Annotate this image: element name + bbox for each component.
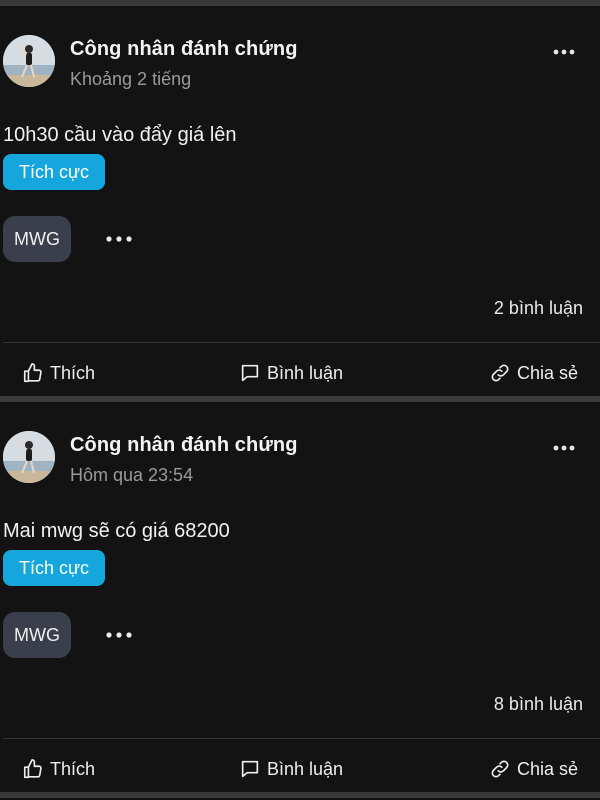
ticker-chip[interactable]: MWG (3, 612, 71, 658)
comment-label: Bình luận (267, 362, 344, 383)
thumbs-up-icon (23, 363, 42, 383)
post-content: 10h30 cầu vào đẩy giá lên (3, 124, 237, 146)
avatar[interactable] (3, 35, 55, 87)
comment-count[interactable]: 8 bình luận (494, 694, 583, 715)
post-card: Công nhân đánh chứng Hôm qua 23:54 Mai m… (0, 402, 600, 792)
post-content: Mai mwg sẽ có giá 68200 (3, 520, 230, 542)
link-icon (491, 760, 509, 778)
ticker-chip[interactable]: MWG (3, 216, 71, 262)
sentiment-badge[interactable]: Tích cực (3, 154, 106, 190)
comment-button[interactable]: Bình luận (239, 362, 343, 384)
link-icon (491, 364, 509, 382)
bottom-divider (0, 792, 600, 798)
like-button[interactable]: Thích (22, 362, 95, 384)
more-options-button[interactable] (550, 40, 578, 64)
more-horizontal-icon (553, 49, 575, 55)
actions-divider (3, 738, 600, 739)
ticker-more-button[interactable] (104, 228, 134, 250)
post-actions: Thích Bình luận Chia sẻ (0, 750, 600, 790)
avatar-image (3, 35, 55, 87)
author-name[interactable]: Công nhân đánh chứng (70, 38, 298, 61)
like-button[interactable]: Thích (22, 758, 95, 780)
more-options-button[interactable] (550, 436, 578, 460)
post-time: Hôm qua 23:54 (70, 465, 194, 485)
post-header: Công nhân đánh chứng Hôm qua 23:54 (3, 428, 600, 488)
comment-label: Bình luận (267, 758, 344, 779)
post-actions: Thích Bình luận Chia sẻ (0, 354, 600, 394)
more-horizontal-icon (106, 236, 132, 242)
post-header: Công nhân đánh chứng Khoảng 2 tiếng (3, 32, 600, 92)
author-name[interactable]: Công nhân đánh chứng (70, 434, 298, 457)
share-button[interactable]: Chia sẻ (489, 758, 578, 780)
comment-button[interactable]: Bình luận (239, 758, 343, 780)
comment-count[interactable]: 2 bình luận (494, 298, 583, 319)
ticker-more-button[interactable] (104, 624, 134, 646)
comment-icon (241, 760, 259, 778)
share-label: Chia sẻ (516, 362, 578, 383)
sentiment-badge[interactable]: Tích cực (3, 550, 106, 586)
avatar[interactable] (3, 431, 55, 483)
more-horizontal-icon (106, 632, 132, 638)
avatar-image (3, 431, 55, 483)
post-time: Khoảng 2 tiếng (70, 69, 192, 89)
more-horizontal-icon (553, 445, 575, 451)
actions-divider (3, 342, 600, 343)
like-label: Thích (50, 758, 96, 779)
comment-icon (241, 364, 259, 382)
thumbs-up-icon (23, 759, 42, 779)
share-button[interactable]: Chia sẻ (489, 362, 578, 384)
post-card: Công nhân đánh chứng Khoảng 2 tiếng 10h3… (0, 6, 600, 396)
like-label: Thích (50, 362, 96, 383)
share-label: Chia sẻ (516, 758, 578, 779)
